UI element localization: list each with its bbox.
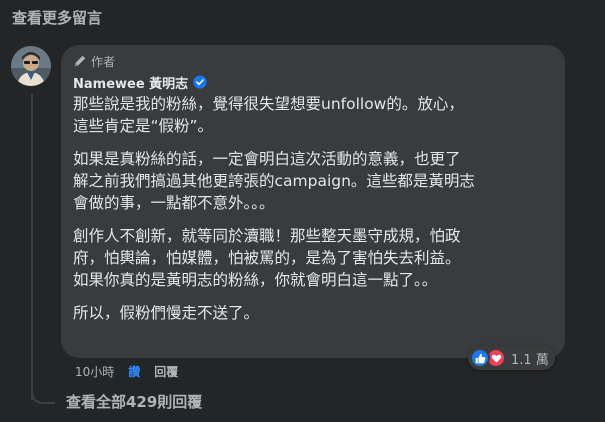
comment-actions: 10小時 讚 回覆 — [75, 362, 178, 380]
comment-paragraph-1: 那些說是我的粉絲，覺得很失望想要unfollow的。放心， 這些肯定是“假粉”。 — [73, 95, 464, 135]
comment-bubble: 作者 Namewee 黃明志 那些說是我的粉絲，覺得很失望想要unfollow的… — [61, 45, 565, 358]
view-all-replies-link[interactable]: 查看全部429則回覆 — [66, 391, 202, 412]
reply-button[interactable]: 回覆 — [154, 363, 178, 380]
verified-badge-icon — [193, 75, 207, 89]
comment-thread: 查看更多留言 作者 Namewee 黃明志 那些說是我的粉絲，覺得很失望想要un… — [0, 0, 605, 422]
view-more-comments-link[interactable]: 查看更多留言 — [12, 7, 102, 28]
thread-line — [31, 94, 33, 400]
reaction-count: 1.1 萬 — [511, 352, 549, 368]
like-reaction-icon — [470, 348, 490, 368]
author-row: Namewee 黃明志 — [73, 73, 553, 92]
comment-paragraph-3: 創作人不創新，就等同於瀆職！那些整天墨守成規，怕政 府，怕輿論，怕媒體，怕被罵的… — [73, 227, 461, 289]
comment-paragraph-4: 所以，假粉們慢走不送了。 — [73, 304, 260, 322]
comment-timestamp[interactable]: 10小時 — [75, 363, 114, 380]
comment-text: 那些說是我的粉絲，覺得很失望想要unfollow的。放心， 這些肯定是“假粉”。… — [73, 93, 553, 324]
reaction-summary[interactable]: 1.1 萬 — [468, 346, 555, 370]
like-button[interactable]: 讚 — [128, 363, 140, 380]
author-badge: 作者 — [73, 53, 553, 69]
author-badge-label: 作者 — [91, 54, 116, 69]
thread-line-connector — [31, 384, 55, 404]
comment-paragraph-2: 如果是真粉絲的話，一定會明白這次活動的意義，也更了 解之前我們搞過其他更誇張的c… — [73, 150, 475, 212]
avatar[interactable] — [11, 46, 51, 86]
pen-icon — [74, 55, 86, 67]
author-name[interactable]: Namewee 黃明志 — [73, 73, 188, 92]
user-avatar-photo — [11, 46, 51, 86]
